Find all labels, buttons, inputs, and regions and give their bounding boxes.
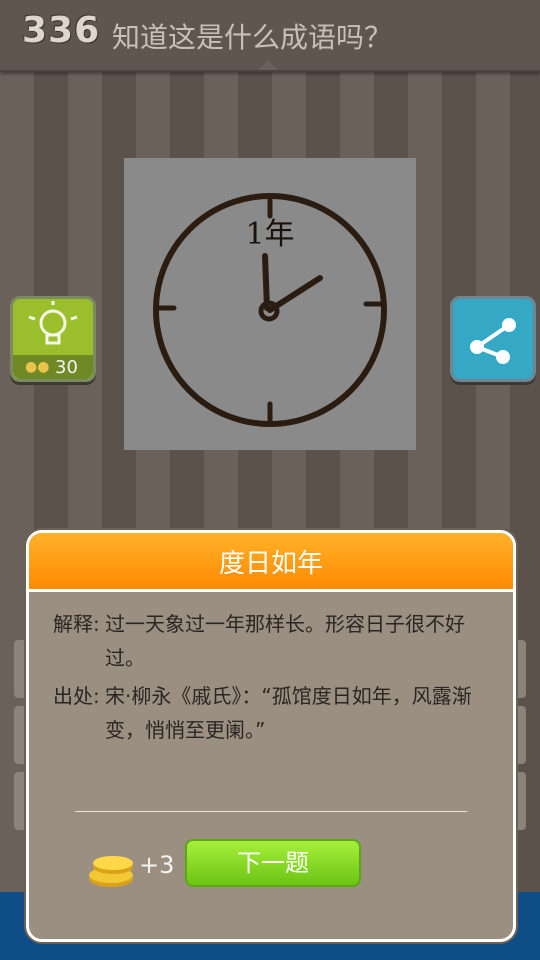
clock-label: 1年 bbox=[245, 217, 294, 252]
coin-stack-icon bbox=[87, 849, 137, 893]
source-text: 宋·柳永《戚氏》：“孤馆度日如年，风露渐变，悄悄至更阑。” bbox=[105, 684, 472, 742]
explanation-text: 过一天象过一年那样长。形容日子很不好过。 bbox=[105, 612, 465, 670]
question-text: 知道这是什么成语吗？ bbox=[112, 21, 393, 54]
hint-button[interactable]: ●● 30 bbox=[10, 296, 96, 382]
level-number: 336 bbox=[22, 10, 101, 51]
explanation: 解释: 过一天象过一年那样长。形容日子很不好过。 bbox=[53, 607, 493, 679]
answer-dialog: 度日如年 解释: 过一天象过一年那样长。形容日子很不好过。 出处: 宋·柳永《戚… bbox=[26, 530, 516, 942]
hint-cost: 30 bbox=[55, 357, 78, 378]
dialog-title: 度日如年 bbox=[218, 549, 323, 579]
lightbulb-icon bbox=[28, 301, 78, 345]
share-icon bbox=[470, 318, 516, 364]
clock-icon: 1年 bbox=[153, 193, 387, 427]
share-button[interactable] bbox=[450, 296, 536, 382]
header-notch bbox=[258, 60, 278, 70]
source-label: 出处: bbox=[53, 684, 100, 708]
next-question-button[interactable]: 下一题 bbox=[185, 839, 361, 887]
divider bbox=[75, 811, 467, 812]
reward-amount: +3 bbox=[139, 851, 175, 879]
explanation-label: 解释: bbox=[53, 612, 100, 636]
hint-cost-bar: ●● 30 bbox=[13, 355, 93, 379]
coin-icon: ●● bbox=[25, 359, 50, 375]
dialog-header: 度日如年 bbox=[29, 533, 513, 592]
puzzle-image: 1年 bbox=[124, 158, 416, 450]
source: 出处: 宋·柳永《戚氏》：“孤馆度日如年，风露渐变，悄悄至更阑。” bbox=[53, 679, 493, 751]
